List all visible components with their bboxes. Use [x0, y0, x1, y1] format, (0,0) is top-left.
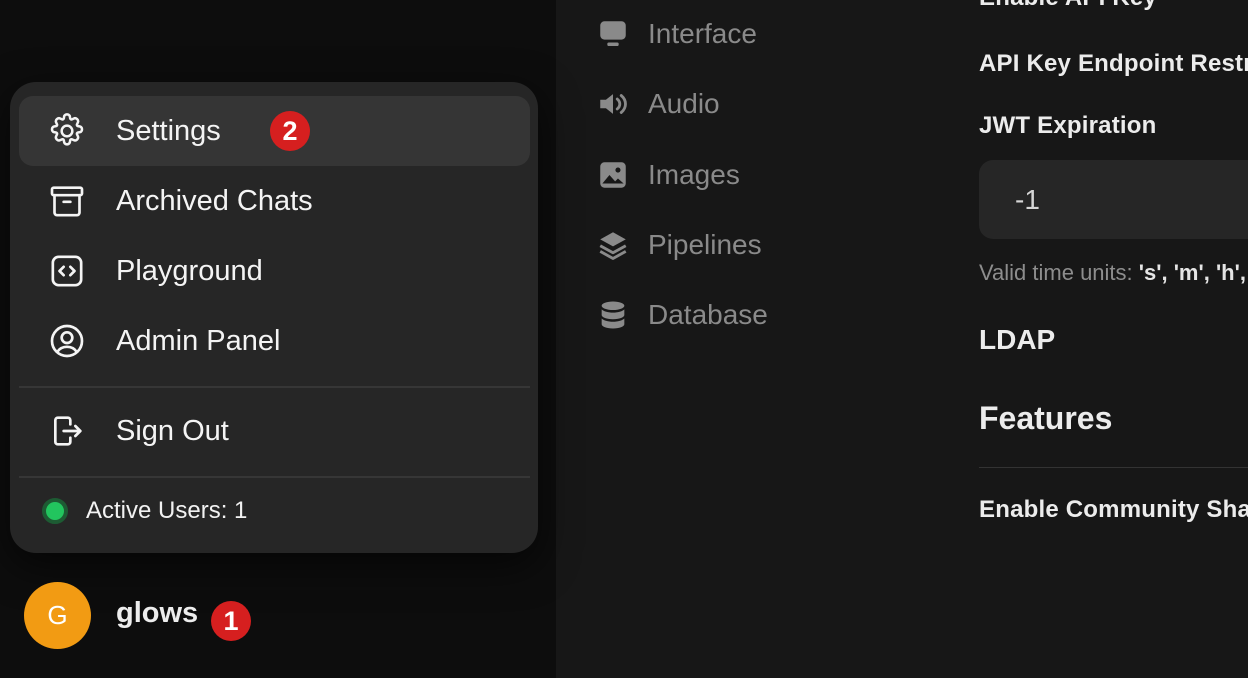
menu-label: Sign Out — [116, 414, 229, 447]
user-circle-icon — [47, 321, 87, 361]
active-users: Active Users: 1 — [42, 497, 247, 525]
speaker-icon — [600, 94, 627, 114]
features-heading: Features — [979, 400, 1113, 436]
nav-audio[interactable]: Audio — [596, 84, 720, 124]
image-icon — [600, 162, 626, 188]
enable-community-sharing-label: Enable Community Sharing — [979, 496, 1248, 523]
step-badge-1: 1 — [211, 601, 251, 641]
archive-icon — [47, 181, 87, 221]
menu-divider — [19, 386, 530, 388]
enable-api-key-label: Enable API Key — [979, 0, 1157, 12]
menu-item-playground[interactable]: Playground — [19, 236, 530, 306]
step-badge-2: 2 — [270, 111, 310, 151]
menu-label: Settings — [116, 114, 221, 147]
time-units-helper: Valid time units: 's', 'm', 'h', 'd', 'w… — [979, 260, 1248, 286]
online-status-dot — [42, 498, 68, 524]
menu-divider — [19, 476, 530, 478]
helper-prefix: Valid time units: — [979, 260, 1139, 285]
jwt-expiration-label: JWT Expiration — [979, 112, 1157, 139]
database-icon — [601, 301, 625, 329]
menu-label: Archived Chats — [116, 184, 313, 217]
nav-interface[interactable]: Interface — [596, 14, 757, 54]
user-name[interactable]: glows — [116, 597, 198, 630]
nav-label: Images — [648, 159, 740, 190]
nav-label: Pipelines — [648, 229, 762, 260]
active-users-label: Active Users: 1 — [86, 497, 248, 524]
gear-icon — [47, 111, 87, 151]
api-key-endpoint-label: API Key Endpoint Restrictions — [979, 50, 1248, 77]
nav-label: Interface — [648, 18, 757, 49]
code-icon — [47, 251, 87, 291]
ldap-heading: LDAP — [979, 324, 1056, 355]
nav-images[interactable]: Images — [596, 155, 740, 195]
menu-label: Admin Panel — [116, 324, 281, 357]
avatar[interactable]: G — [24, 582, 91, 649]
layers-icon — [599, 232, 627, 260]
nav-label: Database — [648, 299, 768, 330]
jwt-expiration-input[interactable]: -1 — [979, 160, 1248, 239]
nav-pipelines[interactable]: Pipelines — [596, 225, 762, 265]
sign-out-icon — [47, 411, 87, 451]
section-divider — [979, 467, 1248, 468]
helper-units: 's', 'm', 'h', 'd', 'w' — [1138, 260, 1248, 285]
menu-item-admin-panel[interactable]: Admin Panel — [19, 306, 530, 376]
menu-item-archived-chats[interactable]: Archived Chats — [19, 166, 530, 236]
menu-item-sign-out[interactable]: Sign Out — [19, 396, 530, 466]
menu-label: Playground — [116, 254, 263, 287]
monitor-icon — [600, 21, 626, 47]
user-menu: Settings 2 Archived Chats Playground Adm… — [10, 82, 538, 553]
nav-database[interactable]: Database — [596, 295, 768, 335]
settings-panel: Interface Audio Images Pipelines Databas… — [556, 0, 1248, 678]
nav-label: Audio — [648, 88, 720, 119]
